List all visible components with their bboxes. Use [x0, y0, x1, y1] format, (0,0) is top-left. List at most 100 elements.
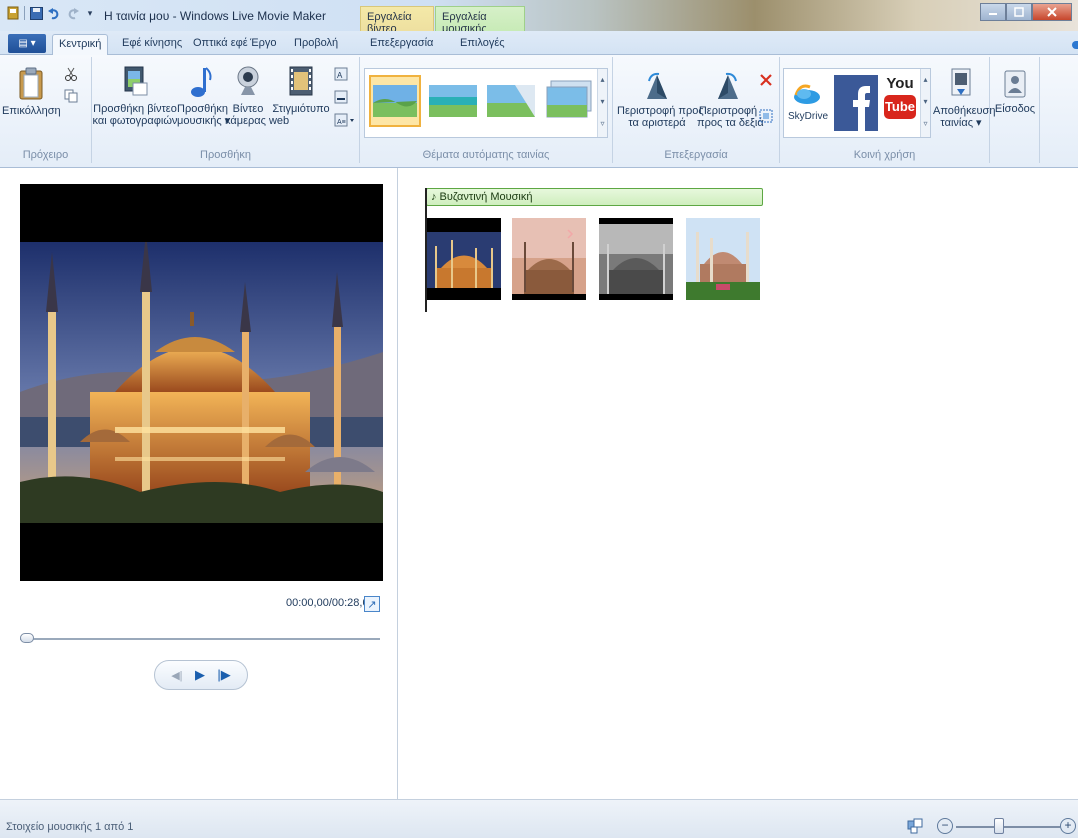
minimize-button[interactable]: [980, 3, 1006, 21]
theme-cinematic[interactable]: [485, 75, 537, 127]
group-label-editing: Επεξεργασία: [664, 149, 728, 161]
group-add: Προσθήκη βίντεο και φωτογραφιών Προσθήκη…: [92, 57, 360, 163]
clip-thumbnail[interactable]: [599, 218, 673, 300]
add-videos-photos-button[interactable]: Προσθήκη βίντεο και φωτογραφιών: [92, 65, 178, 127]
snapshot-button[interactable]: Στιγμιότυπο: [272, 65, 330, 115]
preview-image: [20, 242, 383, 523]
seek-bar-track[interactable]: [20, 638, 380, 640]
save-movie-label: Αποθήκευση: [933, 105, 996, 117]
tab-animations[interactable]: Εφέ κίνησης: [122, 37, 182, 49]
clip-thumbnail[interactable]: [686, 218, 760, 300]
add-music-button[interactable]: Προσθήκη μουσικής ▾: [177, 65, 231, 127]
sharing-gallery-scrollbar[interactable]: ▴ ▾ ▿: [920, 69, 930, 137]
separator: [24, 6, 25, 20]
svg-text:A: A: [337, 71, 343, 80]
expand-icon: ↗: [367, 598, 377, 611]
group-clipboard: Επικόλληση Πρόχειρο: [0, 57, 92, 163]
application-menu-button[interactable]: ▤ ▾: [8, 34, 46, 53]
copy-icon[interactable]: [64, 89, 78, 103]
paste-button[interactable]: Επικόλληση: [2, 67, 61, 117]
quick-access-toolbar: ▾: [6, 6, 97, 20]
music-track-bar[interactable]: ♪ Βυζαντινή Μουσική: [426, 188, 763, 206]
svg-text:A≡: A≡: [337, 119, 346, 126]
sign-in-label: Είσοδος: [994, 103, 1036, 115]
save-movie-button[interactable]: Αποθήκευση ταινίας ▾: [933, 67, 996, 129]
rotate-right-icon: [718, 72, 738, 99]
rotate-left-icon: [647, 72, 667, 99]
playback-controls: ◀| ▶ |▶: [154, 660, 248, 690]
close-button[interactable]: [1032, 3, 1072, 21]
tab-home[interactable]: Κεντρική: [52, 34, 109, 56]
clip-thumbnail[interactable]: [427, 218, 501, 300]
help-icon[interactable]: [1072, 41, 1078, 49]
rotate-right-sub-label: προς τα δεξιά: [697, 117, 764, 129]
customize-qat-icon[interactable]: ▾: [83, 6, 97, 20]
skydrive-button[interactable]: SkyDrive: [788, 81, 829, 123]
group-label-clipboard: Πρόχειρο: [22, 149, 69, 161]
theme-default[interactable]: [369, 75, 421, 127]
undo-icon[interactable]: [47, 6, 61, 20]
zoom-in-button[interactable]: +: [1060, 818, 1076, 834]
redo-icon[interactable]: [65, 6, 79, 20]
select-all-icon[interactable]: [759, 109, 773, 123]
next-frame-icon[interactable]: |▶: [217, 667, 230, 683]
tab-options[interactable]: Επιλογές: [460, 37, 505, 49]
zoom-out-button[interactable]: −: [937, 818, 953, 834]
theme-contemporary[interactable]: [427, 75, 479, 127]
skydrive-label: SkyDrive: [788, 111, 829, 122]
thumbnail-size-icon[interactable]: [907, 818, 923, 834]
fullscreen-button[interactable]: ↗: [364, 596, 380, 612]
maximize-icon: [1014, 7, 1024, 17]
rotate-right-button[interactable]: Περιστροφή προς τα δεξιά: [697, 71, 764, 129]
status-bar: Στοιχείο μουσικής 1 από 1 − +: [0, 799, 1078, 838]
group-editing: Περιστροφή προς τα αριστερά Περιστροφή π…: [613, 57, 780, 163]
youtube-button[interactable]: You Tube: [882, 75, 918, 131]
title-bar: ▾ Η ταινία μου - Windows Live Movie Make…: [0, 0, 1078, 35]
add-music-label: Προσθήκη: [177, 103, 228, 115]
window-controls: [980, 3, 1072, 21]
youtube-bottom-label: Tube: [884, 95, 916, 119]
tab-view[interactable]: Προβολή: [294, 37, 338, 49]
youtube-top-label: You: [886, 75, 914, 92]
add-music-dropdown-label: μουσικής ▾: [177, 115, 231, 127]
rotate-right-label: Περιστροφή: [698, 105, 758, 117]
zoom-slider-thumb[interactable]: [993, 818, 1004, 834]
seek-bar-thumb[interactable]: [20, 633, 34, 643]
app-icon[interactable]: [6, 6, 20, 20]
context-tab-video-tools: Εργαλεία βίντεο: [360, 6, 434, 35]
sign-in-icon: [1004, 70, 1026, 98]
theme-pan-zoom[interactable]: [543, 75, 595, 127]
preview-monitor[interactable]: [20, 184, 383, 581]
tab-edit[interactable]: Επεξεργασία: [370, 37, 433, 49]
tab-project[interactable]: Έργο: [250, 37, 277, 49]
cut-icon[interactable]: [64, 67, 78, 81]
group-label-add: Προσθήκη: [200, 149, 251, 161]
clip-thumbnail[interactable]: [512, 218, 586, 300]
previous-frame-icon[interactable]: ◀|: [171, 669, 182, 682]
facebook-button[interactable]: [834, 75, 878, 131]
sign-in-button[interactable]: Είσοδος: [994, 69, 1036, 115]
save-movie-icon: [951, 68, 971, 96]
caption-icon[interactable]: [334, 90, 348, 104]
tab-visual-effects[interactable]: Οπτικά εφέ: [193, 37, 248, 49]
webcam-video-button[interactable]: Βίντεο κάμερας web: [225, 65, 289, 127]
maximize-button[interactable]: [1006, 3, 1032, 21]
play-icon[interactable]: ▶: [195, 667, 205, 683]
skydrive-icon: [794, 84, 820, 104]
remove-icon[interactable]: [759, 73, 773, 87]
save-icon[interactable]: [29, 6, 43, 20]
title-icon[interactable]: A: [334, 67, 348, 81]
paste-label: Επικόλληση: [2, 105, 61, 117]
save-movie-dropdown-label: ταινίας ▾: [940, 117, 982, 129]
film-photo-icon: [124, 66, 148, 96]
rotate-left-button[interactable]: Περιστροφή προς τα αριστερά: [617, 71, 704, 129]
storyboard: ♪ Βυζαντινή Μουσική: [399, 168, 1078, 799]
menu-icon: ▤ ▾: [18, 38, 36, 49]
gallery-scrollbar[interactable]: ▴ ▾ ▿: [597, 69, 607, 137]
status-text: Στοιχείο μουσικής 1 από 1: [6, 821, 134, 833]
credits-icon[interactable]: A≡: [334, 113, 356, 127]
music-note-icon: [191, 67, 212, 97]
facebook-icon: [834, 75, 878, 131]
preview-pane: 00:00,00/00:28,00 ↗ ◀| ▶ |▶: [0, 168, 398, 799]
zoom-slider-track[interactable]: [956, 826, 1060, 828]
